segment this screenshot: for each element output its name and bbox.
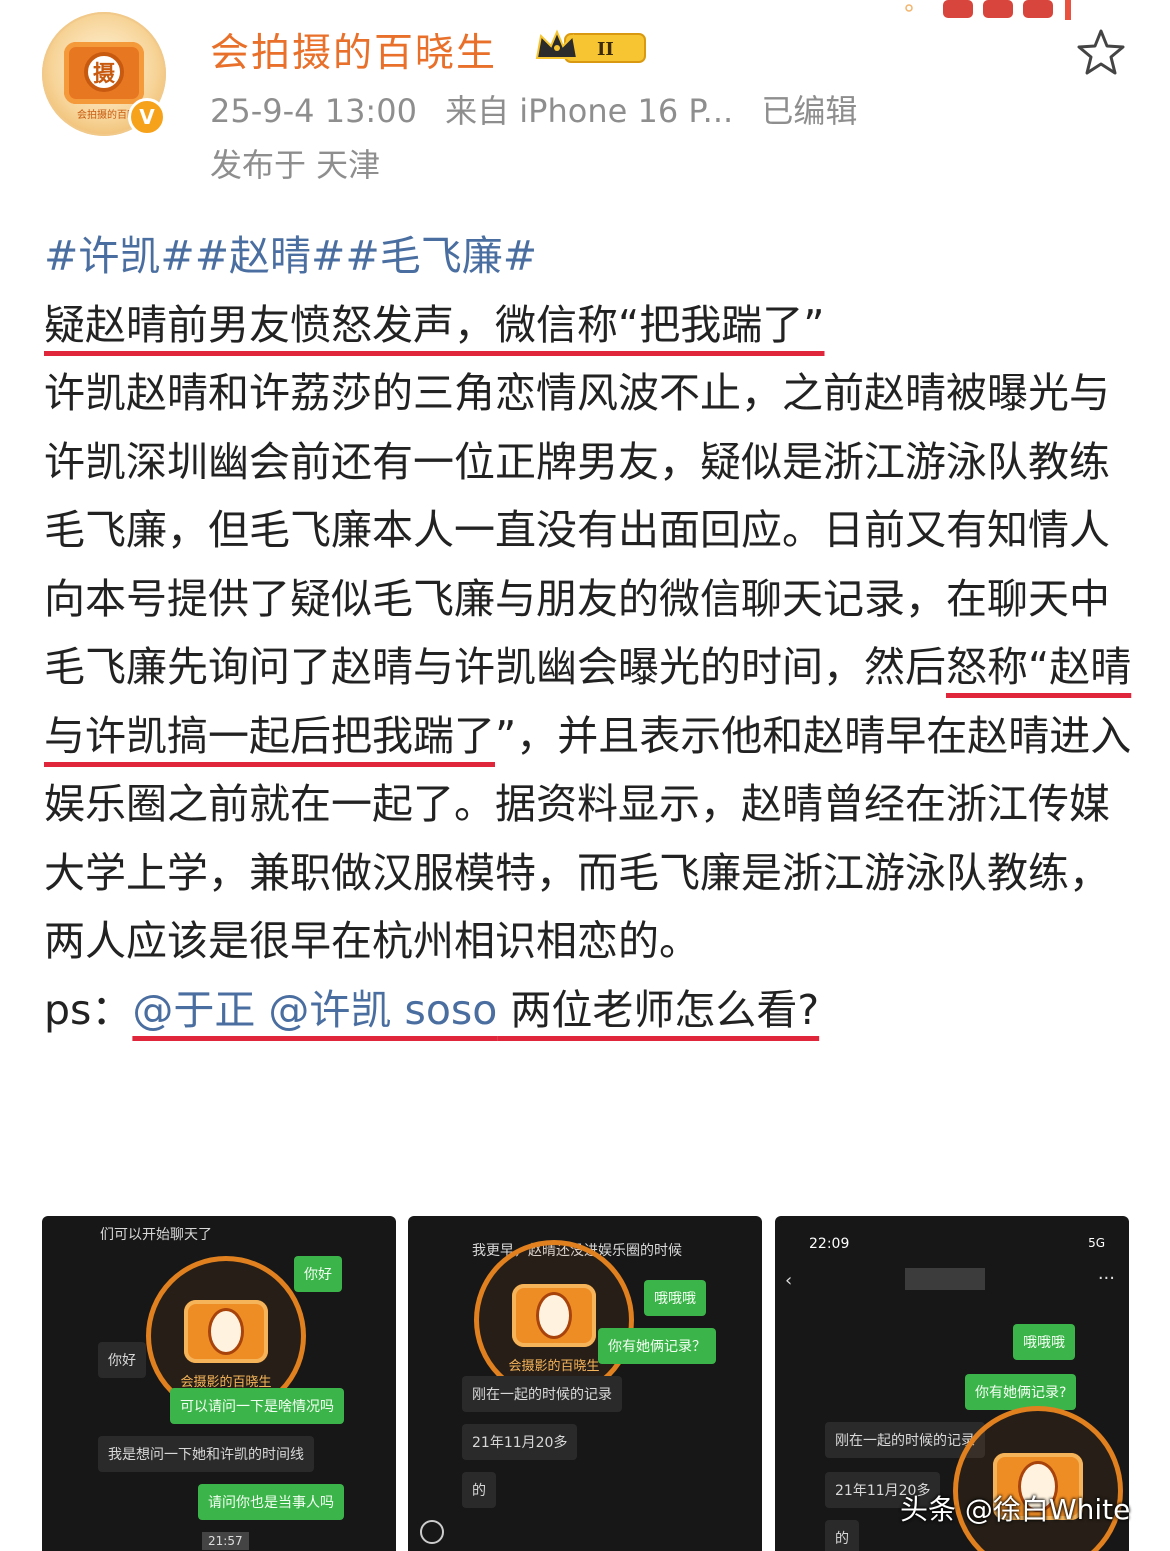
chat-timestamp: 21:57 xyxy=(202,1532,249,1550)
ps-label: ps： xyxy=(44,985,133,1034)
chat-message: 的 xyxy=(462,1472,496,1508)
post-location: 发布于 天津 xyxy=(210,146,381,184)
festival-decoration xyxy=(905,0,1085,22)
username[interactable]: 会拍摄的百晓生 xyxy=(210,22,497,78)
crown-icon: II xyxy=(535,29,646,63)
chat-message: 的 xyxy=(825,1520,859,1551)
status-time: 22:09 xyxy=(809,1236,850,1252)
post-time: 25-9-4 13:00 xyxy=(210,92,417,130)
post-content: #许凯##赵晴##毛飞廉# 疑赵晴前男友愤怒发声，微信称“把我踹了” 许凯赵晴和… xyxy=(44,222,1134,1044)
level-badge[interactable]: II xyxy=(535,28,647,66)
chat-message: 可以请问一下是啥情况吗 xyxy=(170,1388,344,1424)
back-chevron-icon[interactable]: ‹ xyxy=(785,1270,792,1291)
headline-text: 疑赵晴前男友愤怒发声，微信称“把我踹了” xyxy=(44,300,825,349)
ps-mentions[interactable]: @于正 @许凯 soso xyxy=(132,986,497,1034)
chat-message: 你好 xyxy=(98,1342,146,1378)
chat-message: 请问你也是当事人吗 xyxy=(198,1484,344,1520)
chat-screenshot-1[interactable]: 们可以开始聊天了 你好 会摄影的百晓生 你好 可以请问一下是啥情况吗 我是想问一… xyxy=(42,1216,396,1551)
chat-screenshot-2[interactable]: 我更早，赵晴还没进娱乐圈的时候 会摄影的百晓生 哦哦哦 你有她俩记录？ 刚在一起… xyxy=(408,1216,762,1551)
chat-message: 哦哦哦 xyxy=(1013,1324,1075,1360)
chat-message: 你有她俩记录？ xyxy=(598,1328,716,1364)
more-options-icon[interactable]: ··· xyxy=(1098,1268,1115,1289)
chat-message: 我是想问一下她和许凯的时间线 xyxy=(98,1436,314,1472)
post-meta: 25-9-4 13:00 来自 iPhone 16 P... 已编辑 xyxy=(210,86,875,132)
chat-message: 哦哦哦 xyxy=(644,1280,706,1316)
chat-message: 21年11月20多 xyxy=(462,1424,578,1460)
source-watermark: 头条 @徐白White xyxy=(900,1493,1131,1526)
post-source: 来自 iPhone 16 P... xyxy=(445,92,734,130)
camera-logo-icon: 摄 xyxy=(64,42,144,104)
voice-input-icon[interactable] xyxy=(420,1520,444,1544)
headline: 疑赵晴前男友愤怒发声，微信称“把我踹了” xyxy=(44,291,1134,360)
level-badge-text: II xyxy=(597,39,614,60)
chat-message: 你有她俩记录? xyxy=(965,1374,1077,1410)
favorite-star-icon[interactable] xyxy=(1076,28,1126,76)
avatar-glyph: 摄 xyxy=(84,52,124,92)
hashtags[interactable]: #许凯##赵晴##毛飞廉# xyxy=(44,222,1134,291)
chat-message: 你好 xyxy=(294,1256,342,1292)
watermark-text: 会摄影的百晓生 xyxy=(180,1374,272,1390)
chat-message: 们可以开始聊天了 xyxy=(100,1227,212,1243)
ps-question: 两位老师怎么看? xyxy=(497,985,820,1034)
edited-label[interactable]: 已编辑 xyxy=(761,92,857,130)
redacted-contact-name xyxy=(905,1268,985,1290)
post-body: 许凯赵晴和许荔莎的三角恋情风波不止，之前赵晴被曝光与许凯深圳幽会前还有一位正牌男… xyxy=(44,359,1134,976)
verified-badge-icon: V xyxy=(128,98,166,136)
status-network: 5G xyxy=(1088,1236,1105,1250)
chat-message: 刚在一起的时候的记录 xyxy=(462,1376,622,1412)
ps-line: ps：@于正 @许凯 soso 两位老师怎么看? xyxy=(44,976,1134,1045)
